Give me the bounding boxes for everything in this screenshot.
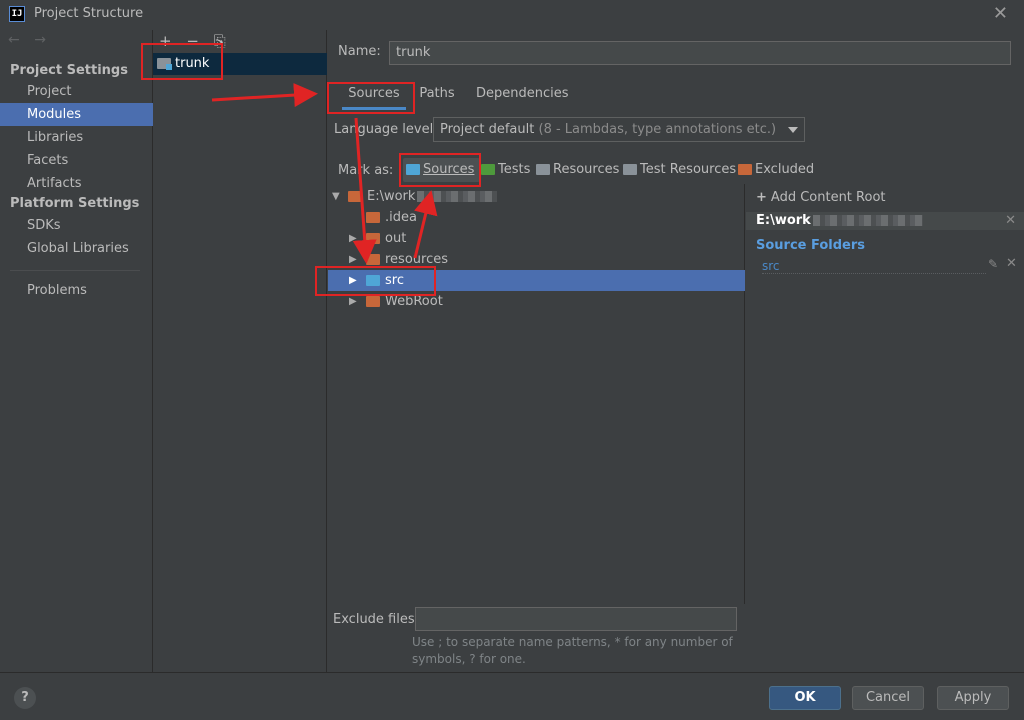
remove-module-icon[interactable]: − xyxy=(186,32,199,50)
edit-pencil-icon[interactable]: ✎ xyxy=(988,257,998,271)
language-level-select[interactable]: Project default (8 - Lambdas, type annot… xyxy=(433,117,805,142)
source-folders-heading: Source Folders xyxy=(756,238,866,253)
modules-toolbar: + − ⎘ xyxy=(159,32,236,50)
tree-row-idea[interactable]: .idea xyxy=(328,207,745,228)
mark-as-resources-label: Resources xyxy=(553,162,620,177)
dialog-footer: ? OK Cancel Apply xyxy=(0,672,1024,720)
collapsed-triangle-icon[interactable]: ▶ xyxy=(349,291,357,312)
exclude-files-label: Exclude files: xyxy=(333,612,420,627)
apply-button[interactable]: Apply xyxy=(937,686,1009,710)
tab-paths[interactable]: Paths xyxy=(418,84,456,110)
content-root-row[interactable]: E:\work ✕ xyxy=(746,212,1024,230)
folder-icon xyxy=(366,254,380,265)
source-folder-item[interactable]: src xyxy=(762,258,986,274)
nav-arrows: ← → xyxy=(8,32,56,48)
section-project-settings: Project Settings xyxy=(10,63,128,78)
intellij-app-icon: IJ xyxy=(9,6,25,22)
forward-arrow-icon[interactable]: → xyxy=(34,32,46,48)
module-item-trunk[interactable]: trunk xyxy=(153,53,327,75)
expanded-triangle-icon[interactable]: ▼ xyxy=(332,186,340,207)
cancel-button[interactable]: Cancel xyxy=(852,686,924,710)
content-root-label: E:\work xyxy=(756,213,811,228)
tree-row-resources[interactable]: ▶ resources xyxy=(328,249,745,270)
add-content-root-button[interactable]: + Add Content Root xyxy=(756,190,886,205)
mark-as-label: Mark as: xyxy=(338,163,394,178)
content-root-tree: ▼ E:\work .idea ▶ out ▶ resources ▶ src … xyxy=(328,184,745,604)
sources-folder-icon xyxy=(366,275,380,286)
mark-as-excluded-button[interactable]: Excluded xyxy=(737,158,814,182)
sidebar-divider xyxy=(10,270,140,271)
tree-root-label: E:\work xyxy=(367,186,498,207)
module-folder-icon xyxy=(157,58,172,70)
section-platform-settings: Platform Settings xyxy=(10,196,140,211)
resources-folder-icon xyxy=(536,164,550,175)
mark-as-test-resources-button[interactable]: Test Resources xyxy=(622,158,736,182)
module-label: trunk xyxy=(175,56,210,71)
add-module-icon[interactable]: + xyxy=(159,32,172,50)
name-label: Name: xyxy=(338,44,381,59)
sidebar-item-global-libraries[interactable]: Global Libraries xyxy=(0,237,153,260)
tree-root-row[interactable]: ▼ E:\work xyxy=(328,186,745,207)
exclude-hint-line-1: Use ; to separate name patterns, * for a… xyxy=(412,635,733,649)
tree-row-out[interactable]: ▶ out xyxy=(328,228,745,249)
sidebar-item-sdks[interactable]: SDKs xyxy=(0,214,153,237)
tree-row-src[interactable]: ▶ src xyxy=(328,270,745,291)
ok-button[interactable]: OK xyxy=(769,686,841,710)
module-settings: Name: trunk Sources Paths Dependencies L… xyxy=(328,30,1024,672)
help-icon[interactable]: ? xyxy=(14,687,36,709)
window-title: Project Structure xyxy=(34,6,144,21)
back-arrow-icon[interactable]: ← xyxy=(8,32,20,48)
mark-as-sources-button[interactable]: Sources xyxy=(403,158,481,182)
plus-icon: + xyxy=(756,190,767,205)
sidebar-item-modules[interactable]: Modules xyxy=(0,103,153,126)
folder-icon xyxy=(366,212,380,223)
tab-sources[interactable]: Sources xyxy=(342,84,406,110)
tests-folder-icon xyxy=(481,164,495,175)
exclude-files-input[interactable] xyxy=(415,607,737,631)
tree-label: .idea xyxy=(385,210,417,225)
sources-folder-icon xyxy=(406,164,420,175)
collapsed-triangle-icon[interactable]: ▶ xyxy=(349,249,357,270)
tree-row-webroot[interactable]: ▶ WebRoot xyxy=(328,291,745,312)
modules-panel: + − ⎘ trunk xyxy=(153,30,327,672)
sidebar-item-problems[interactable]: Problems xyxy=(0,279,153,302)
copy-module-icon[interactable]: ⎘ xyxy=(214,32,226,50)
tree-label: resources xyxy=(385,252,449,267)
sidebar-item-libraries[interactable]: Libraries xyxy=(0,126,153,149)
collapsed-triangle-icon[interactable]: ▶ xyxy=(349,228,357,249)
title-bar: IJ Project Structure ✕ xyxy=(0,0,1024,30)
chevron-down-icon xyxy=(788,127,798,133)
language-level-value: Project default xyxy=(440,122,535,137)
exclude-files-hint: Use ; to separate name patterns, * for a… xyxy=(412,634,742,668)
tree-label: out xyxy=(385,231,407,246)
mark-as-excluded-label: Excluded xyxy=(755,162,815,177)
language-level-detail: (8 - Lambdas, type annotations etc.) xyxy=(538,122,777,137)
content-root-panel: + Add Content Root E:\work ✕ Source Folde… xyxy=(746,184,1024,672)
sidebar-item-facets[interactable]: Facets xyxy=(0,149,153,172)
remove-source-folder-icon[interactable]: ✕ xyxy=(1006,256,1017,271)
folder-icon xyxy=(366,233,380,244)
mark-as-resources-button[interactable]: Resources xyxy=(535,158,619,182)
mark-as-tests-label: Tests xyxy=(498,162,531,177)
tab-dependencies[interactable]: Dependencies xyxy=(476,84,569,110)
folder-icon xyxy=(348,191,362,202)
sidebar-item-artifacts[interactable]: Artifacts xyxy=(0,172,153,195)
add-content-root-label: Add Content Root xyxy=(770,190,886,205)
collapsed-triangle-icon[interactable]: ▶ xyxy=(349,270,357,291)
tree-label: src xyxy=(385,273,404,288)
tree-label: WebRoot xyxy=(385,294,443,309)
test-resources-folder-icon xyxy=(623,164,637,175)
close-icon[interactable]: ✕ xyxy=(993,3,1008,24)
mark-as-test-resources-label: Test Resources xyxy=(640,162,737,177)
mark-as-tests-button[interactable]: Tests xyxy=(480,158,530,182)
remove-content-root-icon[interactable]: ✕ xyxy=(1005,212,1016,230)
settings-sidebar: ← → Project Settings Project Modules Lib… xyxy=(0,30,153,672)
module-name-input[interactable]: trunk xyxy=(389,41,1011,65)
folder-icon xyxy=(366,296,380,307)
sidebar-item-project[interactable]: Project xyxy=(0,80,153,103)
language-level-label: Language level: xyxy=(334,122,438,137)
mark-as-sources-label: Sources xyxy=(423,162,475,177)
exclude-hint-line-2: symbols, ? for one. xyxy=(412,652,526,666)
excluded-folder-icon xyxy=(738,164,752,175)
